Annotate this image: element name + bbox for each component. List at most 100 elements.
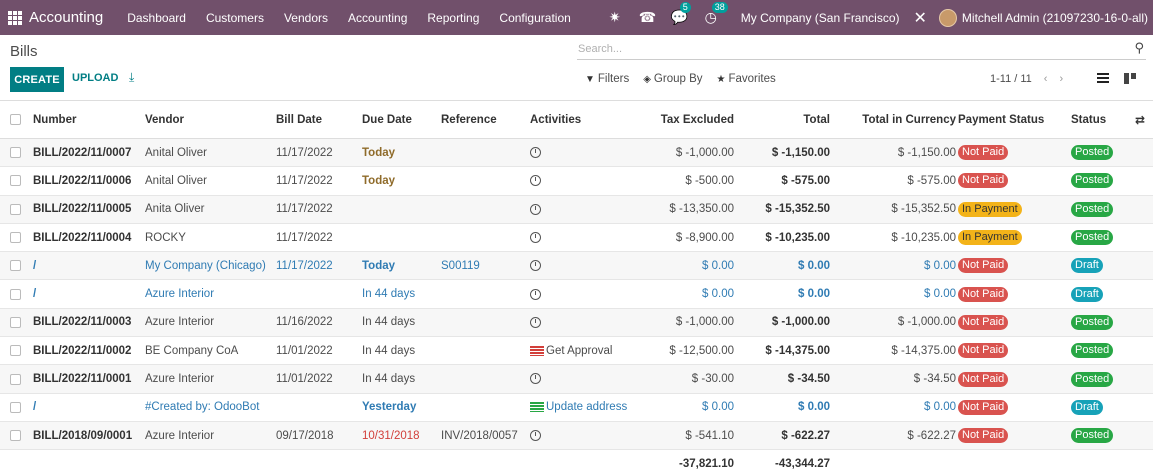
clock-icon[interactable] bbox=[530, 260, 541, 272]
clock-icon[interactable] bbox=[530, 373, 541, 385]
menu-reporting[interactable]: Reporting bbox=[417, 11, 489, 25]
bug-icon[interactable]: ✷ bbox=[607, 9, 623, 26]
cell-total: $ -34.50 bbox=[787, 373, 830, 386]
activity-label[interactable]: Get Approval bbox=[546, 345, 612, 357]
clock-icon[interactable] bbox=[530, 288, 541, 300]
cell-total-currency: $ -14,375.00 bbox=[891, 344, 956, 357]
avatar[interactable] bbox=[938, 8, 957, 27]
payment-status-badge: Not Paid bbox=[958, 258, 1009, 274]
pager-next-icon[interactable]: › bbox=[1059, 73, 1063, 85]
header-status[interactable]: Status bbox=[1071, 114, 1106, 126]
apps-menu-icon[interactable] bbox=[8, 10, 22, 25]
menu-dashboard[interactable]: Dashboard bbox=[117, 11, 196, 25]
cell-payment-status: Not Paid bbox=[958, 343, 1009, 359]
header-total[interactable]: Total bbox=[803, 114, 830, 126]
optional-columns-icon[interactable]: ⇄ bbox=[1135, 113, 1145, 127]
pager-previous-icon[interactable]: ‹ bbox=[1044, 73, 1048, 85]
table-row[interactable]: BILL/2022/11/0005 Anita Oliver 11/17/2022 $… bbox=[0, 195, 1153, 224]
approval-activity-icon[interactable] bbox=[530, 345, 544, 356]
activity-label[interactable]: Update address bbox=[546, 401, 627, 413]
search-icon[interactable]: ⚲ bbox=[1134, 40, 1144, 56]
header-reference[interactable]: Reference bbox=[441, 114, 497, 126]
header-total-currency[interactable]: Total in Currency bbox=[862, 114, 956, 126]
favorites-button[interactable]: ★ Favorites bbox=[717, 73, 776, 85]
top-navbar: Accounting Dashboard Customers Vendors A… bbox=[0, 0, 1153, 35]
kanban-view-icon[interactable] bbox=[1124, 73, 1136, 84]
company-switcher[interactable]: My Company (San Francisco) bbox=[741, 11, 900, 25]
cell-bill-date: 11/17/2022 bbox=[276, 259, 333, 272]
header-bill-date[interactable]: Bill Date bbox=[276, 114, 322, 126]
pager-value[interactable]: 1-11 / 11 bbox=[990, 73, 1032, 85]
sum-total: -43,344.27 bbox=[775, 458, 830, 470]
upload-button[interactable]: UPLOAD bbox=[72, 72, 118, 84]
create-button[interactable]: CREATE bbox=[10, 67, 64, 92]
table-row[interactable]: BILL/2022/11/0001 Azure Interior 11/01/202… bbox=[0, 365, 1153, 394]
row-checkbox[interactable] bbox=[10, 203, 21, 215]
phone-icon[interactable]: ☎ bbox=[639, 9, 656, 26]
menu-customers[interactable]: Customers bbox=[196, 11, 274, 25]
clock-icon[interactable] bbox=[530, 232, 541, 243]
header-activities[interactable]: Activities bbox=[530, 114, 581, 126]
row-checkbox[interactable] bbox=[10, 345, 21, 357]
search-input[interactable] bbox=[577, 40, 1117, 58]
tools-icon[interactable]: ✕ bbox=[914, 8, 927, 28]
cell-status: Posted bbox=[1071, 173, 1114, 189]
header-number[interactable]: Number bbox=[33, 114, 76, 126]
header-vendor[interactable]: Vendor bbox=[145, 114, 184, 126]
cell-number: BILL/2018/09/0001 bbox=[33, 429, 133, 442]
status-badge: Posted bbox=[1071, 371, 1114, 387]
table-row[interactable]: BILL/2022/11/0004 ROCKY 11/17/2022 $ -8,900… bbox=[0, 224, 1153, 253]
menu-accounting[interactable]: Accounting bbox=[338, 11, 417, 25]
header-payment-status[interactable]: Payment Status bbox=[958, 114, 1044, 126]
filters-button[interactable]: ▼ Filters bbox=[585, 73, 629, 85]
row-checkbox[interactable] bbox=[10, 232, 21, 244]
row-checkbox[interactable] bbox=[10, 147, 21, 159]
header-due-date[interactable]: Due Date bbox=[362, 114, 412, 126]
select-all-checkbox[interactable] bbox=[10, 114, 21, 125]
table-row[interactable]: / My Company (Chicago) 11/17/2022 Today S001… bbox=[0, 252, 1153, 281]
menu-configuration[interactable]: Configuration bbox=[489, 11, 580, 25]
cell-total: $ -1,000.00 bbox=[771, 316, 830, 329]
table-row[interactable]: BILL/2022/11/0006 Anital Oliver 11/17/2022… bbox=[0, 167, 1153, 196]
star-icon: ★ bbox=[716, 73, 726, 85]
row-checkbox[interactable] bbox=[10, 316, 21, 328]
cell-activity bbox=[530, 288, 541, 300]
messages-icon[interactable]: 💬 5 bbox=[671, 2, 691, 26]
clock-icon[interactable] bbox=[530, 175, 541, 187]
groupby-button[interactable]: ◈ Group By bbox=[643, 73, 702, 85]
row-checkbox[interactable] bbox=[10, 401, 21, 413]
table-row[interactable]: BILL/2018/09/0001 Azure Interior 09/17/201… bbox=[0, 421, 1153, 451]
cell-activity bbox=[530, 232, 541, 244]
table-row[interactable]: / #Created by: OdooBot Yesterday Update add… bbox=[0, 394, 1153, 422]
cell-tax-excluded: $ 0.00 bbox=[702, 401, 734, 414]
clock-icon[interactable] bbox=[530, 430, 541, 442]
cell-total: $ -10,235.00 bbox=[765, 231, 830, 244]
status-badge: Posted bbox=[1071, 343, 1114, 359]
row-checkbox[interactable] bbox=[10, 430, 21, 442]
activities-icon[interactable]: ◷ 38 bbox=[703, 2, 728, 26]
row-checkbox[interactable] bbox=[10, 373, 21, 385]
menu-vendors[interactable]: Vendors bbox=[274, 11, 338, 25]
cell-total: $ -14,375.00 bbox=[765, 344, 830, 357]
cell-number: BILL/2022/11/0006 bbox=[33, 174, 132, 187]
header-tax-excluded[interactable]: Tax Excluded bbox=[661, 114, 734, 126]
app-brand[interactable]: Accounting bbox=[29, 9, 103, 26]
user-menu[interactable]: Mitchell Admin (21097230-16-0-all) bbox=[962, 11, 1148, 25]
cell-total: $ 0.00 bbox=[798, 259, 830, 272]
list-view-icon[interactable] bbox=[1097, 73, 1109, 83]
table-row[interactable]: / Azure Interior In 44 days $ 0.00 $ 0.00 $ 0… bbox=[0, 280, 1153, 309]
download-icon[interactable]: ⤓ bbox=[129, 70, 134, 85]
cell-due-date: Yesterday bbox=[362, 401, 417, 414]
table-row[interactable]: BILL/2022/11/0007 Anital Oliver 11/17/2022… bbox=[0, 139, 1153, 168]
clock-icon[interactable] bbox=[530, 203, 541, 215]
row-checkbox[interactable] bbox=[10, 175, 21, 187]
clock-icon[interactable] bbox=[530, 147, 541, 159]
table-row[interactable]: BILL/2022/11/0002 BE Company CoA 11/01/202… bbox=[0, 337, 1153, 366]
cell-activity bbox=[530, 316, 541, 328]
clock-icon[interactable] bbox=[530, 316, 541, 328]
row-checkbox[interactable] bbox=[10, 288, 21, 300]
row-checkbox[interactable] bbox=[10, 260, 21, 272]
table-row[interactable]: BILL/2022/11/0003 Azure Interior 11/16/202… bbox=[0, 308, 1153, 338]
cell-tax-excluded: $ -12,500.00 bbox=[669, 344, 734, 357]
todo-activity-icon[interactable] bbox=[530, 402, 544, 413]
